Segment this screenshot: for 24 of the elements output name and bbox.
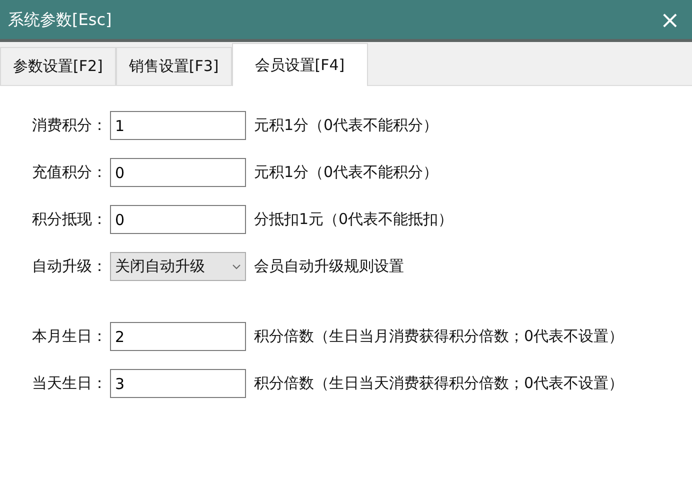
field-note: 积分倍数（生日当天消费获得积分倍数；0代表不设置）: [254, 373, 624, 394]
field-note: 元积1分（0代表不能积分）: [254, 115, 438, 136]
dropdown[interactable]: 关闭自动升级: [110, 252, 246, 281]
field-label: 充值积分：: [31, 162, 107, 184]
chevron-down-icon: [232, 264, 241, 270]
window-title: 系统参数[Esc]: [7, 8, 112, 30]
input-field[interactable]: 3: [110, 369, 246, 398]
field-note: 元积1分（0代表不能积分）: [254, 162, 438, 184]
field-label: 当天生日：: [31, 373, 107, 394]
field-label: 积分抵现：: [31, 209, 107, 230]
close-button[interactable]: ×: [648, 8, 692, 32]
input-field[interactable]: 0: [110, 205, 246, 234]
field-label: 自动升级：: [31, 256, 107, 278]
input-field[interactable]: 1: [110, 111, 246, 140]
field-note: 分抵扣1元（0代表不能抵扣）: [254, 209, 454, 230]
input-field[interactable]: 0: [110, 158, 246, 187]
field-note: 会员自动升级规则设置: [254, 256, 404, 278]
tab[interactable]: 参数设置[F2]: [0, 47, 116, 85]
field-label: 消费积分：: [31, 115, 107, 136]
field-note: 积分倍数（生日当月消费获得积分倍数；0代表不设置）: [254, 326, 624, 348]
input-field[interactable]: 2: [110, 322, 246, 351]
field-label: 本月生日：: [31, 326, 107, 348]
tab[interactable]: 会员设置[F4]: [232, 43, 368, 86]
tab[interactable]: 销售设置[F3]: [116, 47, 232, 85]
